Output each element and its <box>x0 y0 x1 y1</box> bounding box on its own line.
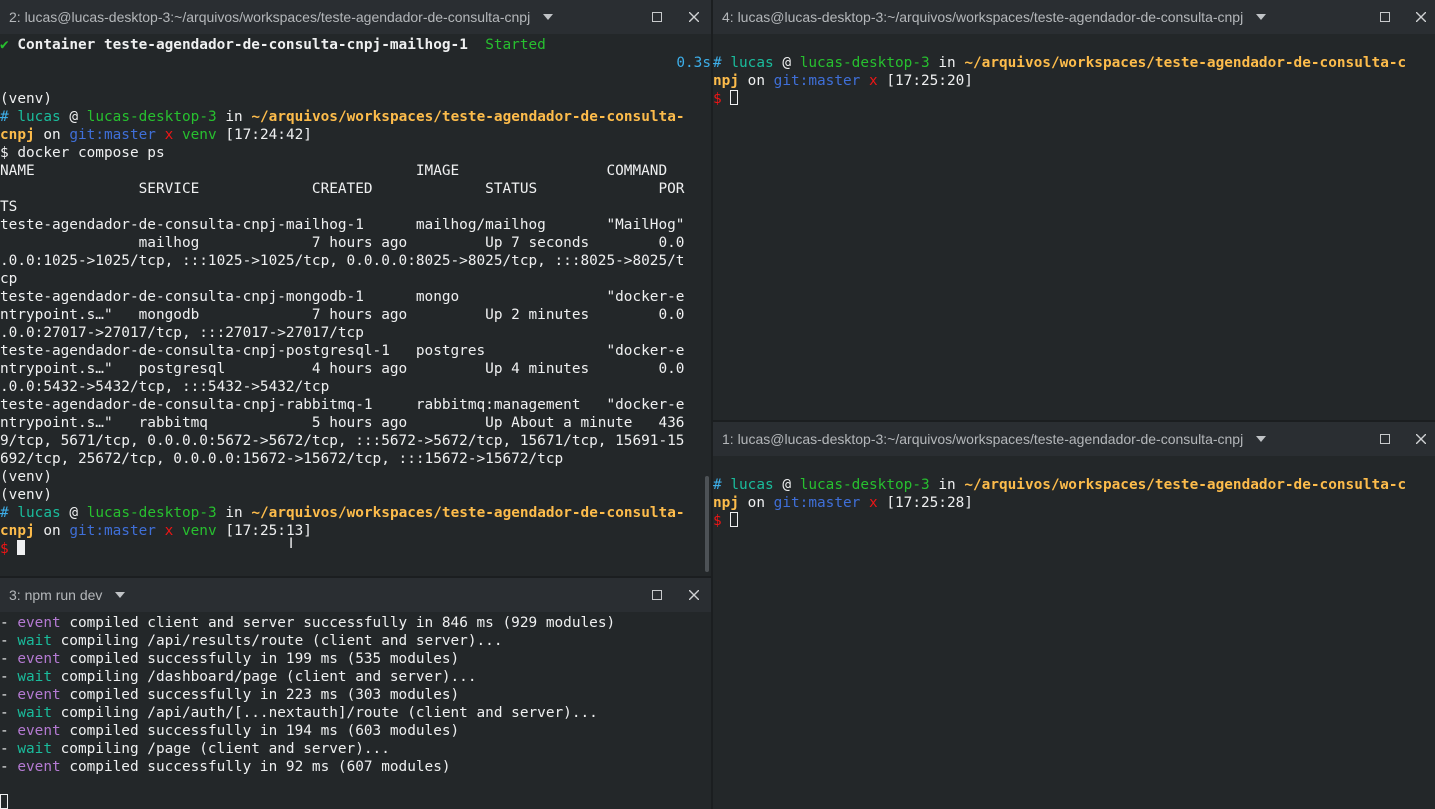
input-line[interactable] <box>0 794 711 809</box>
terminal-pane-3[interactable]: 3: npm run dev - event compiled client a… <box>0 578 711 809</box>
prompt-line-cont: cnpj on git:master x venv [17:24:42] <box>0 127 312 143</box>
chevron-down-icon[interactable] <box>113 588 127 602</box>
command-line: $ docker compose ps <box>0 145 165 161</box>
table-line: ntrypoint.s…" rabbitmq 5 hours ago Up Ab… <box>0 415 685 431</box>
text-cursor <box>0 794 8 809</box>
table-line: SERVICE CREATED STATUS POR <box>0 181 685 197</box>
mouse-ibeam-icon: I <box>289 536 294 552</box>
table-line: NAME IMAGE COMMAND <box>0 163 668 179</box>
input-line[interactable]: $ <box>713 512 1435 530</box>
terminal-pane-4[interactable]: 4: lucas@lucas-desktop-3:~/arquivos/work… <box>713 0 1435 420</box>
prompt-line: # lucas @ lucas-desktop-3 in ~/arquivos/… <box>713 477 1407 493</box>
table-line: 9/tcp, 5671/tcp, 0.0.0.0:5672->5672/tcp,… <box>0 433 685 449</box>
check-icon: ✔ <box>0 37 9 53</box>
log-line: - wait compiling /dashboard/page (client… <box>0 669 477 685</box>
venv-line: (venv) <box>0 469 52 485</box>
maximize-icon[interactable] <box>1377 9 1393 25</box>
prompt-line: # lucas @ lucas-desktop-3 in ~/arquivos/… <box>713 55 1407 71</box>
close-icon[interactable] <box>686 587 702 603</box>
prompt-line: # lucas @ lucas-desktop-3 in ~/arquivos/… <box>0 505 685 521</box>
venv-line: (venv) <box>0 91 52 107</box>
table-line: teste-agendador-de-consulta-cnpj-mailhog… <box>0 217 685 233</box>
maximize-icon[interactable] <box>649 9 665 25</box>
text-cursor <box>730 512 739 527</box>
table-line: teste-agendador-de-consulta-cnpj-mongodb… <box>0 289 685 305</box>
pane-divider-horizontal[interactable] <box>0 576 711 578</box>
text-cursor <box>730 90 739 105</box>
prompt-line: # lucas @ lucas-desktop-3 in ~/arquivos/… <box>0 109 685 125</box>
table-line: 692/tcp, 25672/tcp, 0.0.0.0:15672->15672… <box>0 451 564 467</box>
table-line: cp <box>0 271 18 287</box>
close-icon[interactable] <box>1413 9 1429 25</box>
pane-title: 2: lucas@lucas-desktop-3:~/arquivos/work… <box>9 9 531 25</box>
pane-header: 3: npm run dev <box>0 578 711 612</box>
pane-title: 4: lucas@lucas-desktop-3:~/arquivos/work… <box>722 9 1244 25</box>
log-line: - wait compiling /api/results/route (cli… <box>0 633 503 649</box>
chevron-down-icon[interactable] <box>1254 10 1268 24</box>
input-line[interactable]: $ <box>713 90 1435 108</box>
pane-divider-vertical[interactable] <box>711 0 713 809</box>
terminal-output[interactable]: # lucas @ lucas-desktop-3 in ~/arquivos/… <box>713 36 1435 420</box>
log-line: - event compiled successfully in 194 ms … <box>0 723 460 739</box>
prompt-line-cont: cnpj on git:master x venv [17:25:13] <box>0 523 312 539</box>
pane-header: 2: lucas@lucas-desktop-3:~/arquivos/work… <box>0 0 711 34</box>
table-line: .0.0:5432->5432/tcp, :::5432->5432/tcp <box>0 379 330 395</box>
pane-header: 4: lucas@lucas-desktop-3:~/arquivos/work… <box>713 0 1435 34</box>
maximize-icon[interactable] <box>1377 431 1393 447</box>
table-line: teste-agendador-de-consulta-cnpj-rabbitm… <box>0 397 685 413</box>
chevron-down-icon[interactable] <box>1254 432 1268 446</box>
terminal-pane-1[interactable]: 1: lucas@lucas-desktop-3:~/arquivos/work… <box>713 422 1435 809</box>
elapsed-line: 0.3s <box>676 55 711 71</box>
log-line: - wait compiling /page (client and serve… <box>0 741 390 757</box>
table-line: teste-agendador-de-consulta-cnpj-postgre… <box>0 343 685 359</box>
text-cursor <box>17 540 26 555</box>
log-line: - event compiled successfully in 92 ms (… <box>0 759 451 775</box>
close-icon[interactable] <box>686 9 702 25</box>
table-line: .0.0:27017->27017/tcp, :::27017->27017/t… <box>0 325 364 341</box>
log-line: - event compiled successfully in 223 ms … <box>0 687 460 703</box>
log-line: - event compiled client and server succe… <box>0 615 616 631</box>
maximize-icon[interactable] <box>649 587 665 603</box>
prompt-line-cont: npj on git:master x [17:25:20] <box>713 73 973 89</box>
pane-title: 1: lucas@lucas-desktop-3:~/arquivos/work… <box>722 431 1244 447</box>
pane-divider-horizontal[interactable] <box>713 420 1435 422</box>
terminal-output[interactable]: ✔ Container teste-agendador-de-consulta-… <box>0 36 711 576</box>
prompt-line-cont: npj on git:master x [17:25:28] <box>713 495 973 511</box>
chevron-down-icon[interactable] <box>541 10 555 24</box>
log-line: - wait compiling /api/auth/[...nextauth]… <box>0 705 598 721</box>
table-line: mailhog 7 hours ago Up 7 seconds 0.0 <box>0 235 685 251</box>
close-icon[interactable] <box>1413 431 1429 447</box>
terminal-output[interactable]: - event compiled client and server succe… <box>0 614 711 809</box>
terminal-pane-2[interactable]: 2: lucas@lucas-desktop-3:~/arquivos/work… <box>0 0 711 576</box>
pane-header: 1: lucas@lucas-desktop-3:~/arquivos/work… <box>713 422 1435 456</box>
terminal-output[interactable]: # lucas @ lucas-desktop-3 in ~/arquivos/… <box>713 458 1435 809</box>
pane-title: 3: npm run dev <box>9 587 103 603</box>
table-line: ntrypoint.s…" postgresql 4 hours ago Up … <box>0 361 685 377</box>
input-line[interactable]: $ <box>0 540 711 558</box>
log-line: - event compiled successfully in 199 ms … <box>0 651 460 667</box>
container-status-line: ✔ Container teste-agendador-de-consulta-… <box>0 37 546 53</box>
scrollbar[interactable] <box>705 476 709 572</box>
venv-line: (venv) <box>0 487 52 503</box>
table-line: ntrypoint.s…" mongodb 7 hours ago Up 2 m… <box>0 307 685 323</box>
table-line: .0.0:1025->1025/tcp, :::1025->1025/tcp, … <box>0 253 685 269</box>
table-line: TS <box>0 199 18 215</box>
